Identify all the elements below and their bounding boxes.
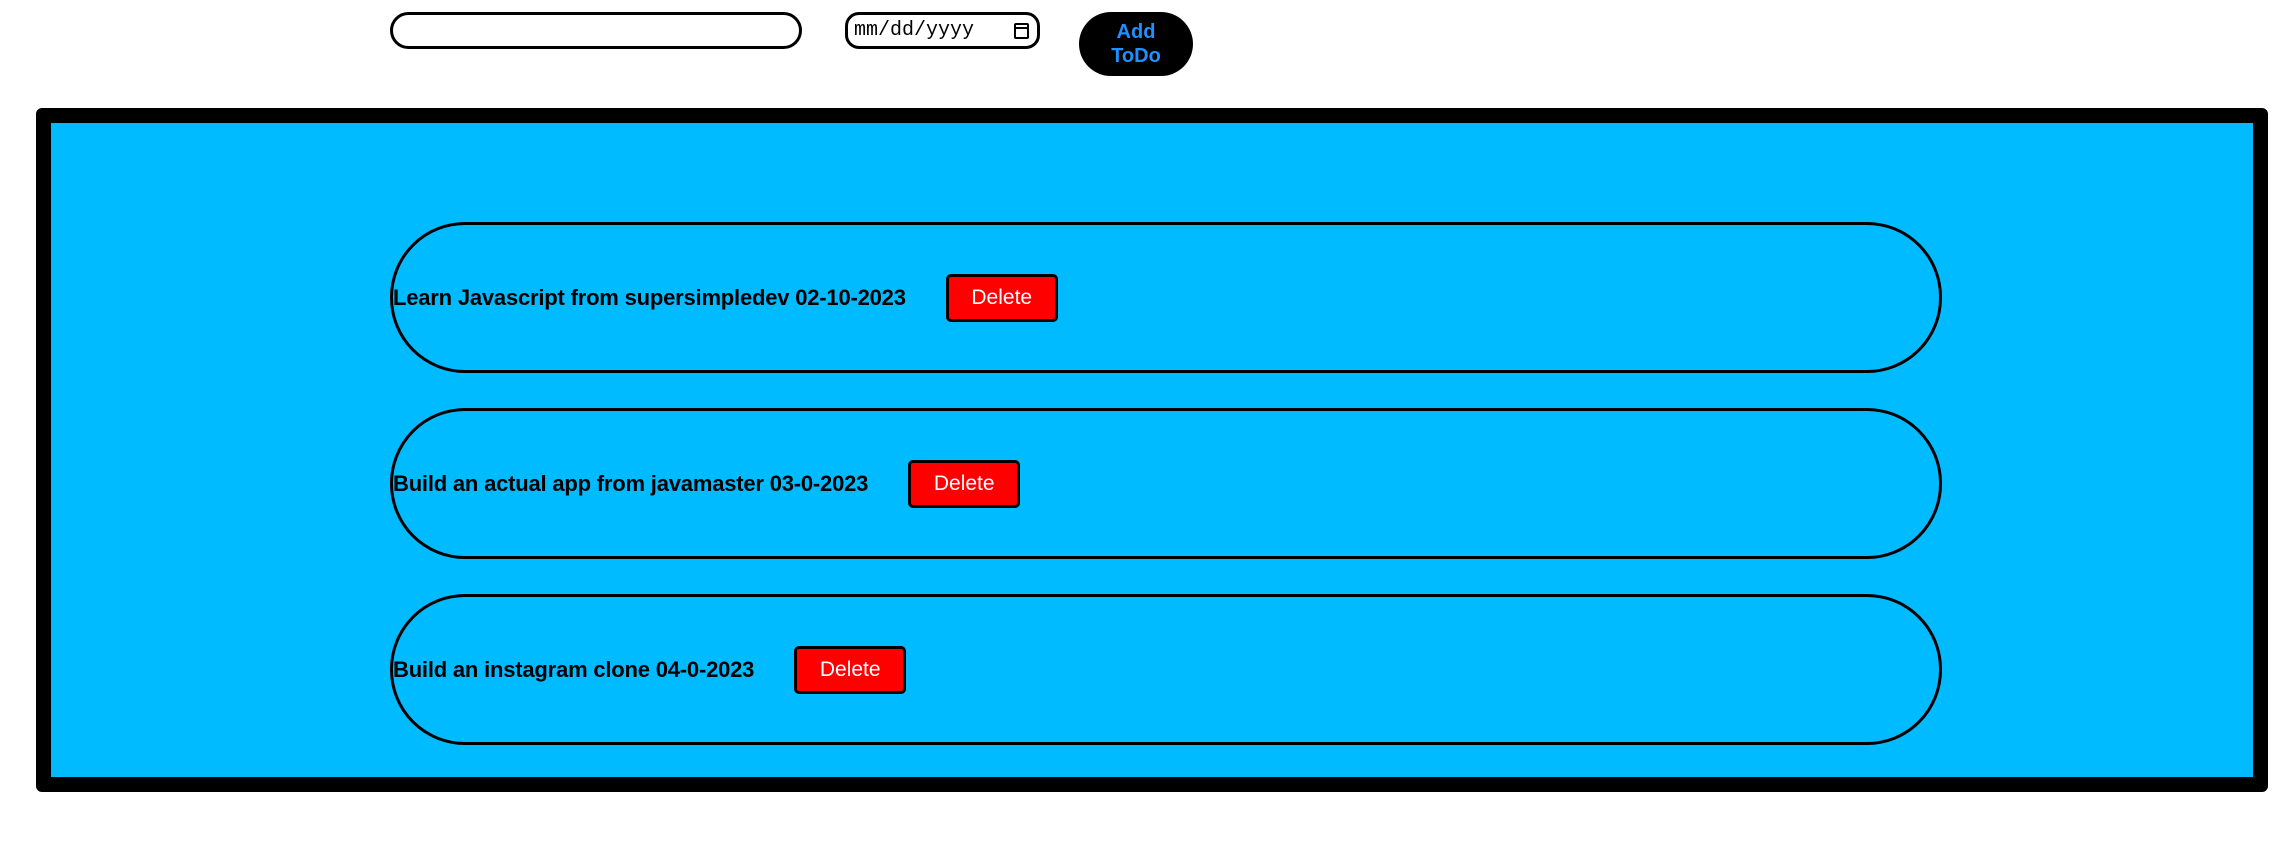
todo-text: Build an actual app from javamaster 03-0… — [393, 470, 869, 496]
calendar-icon[interactable] — [1014, 22, 1029, 39]
todo-item: Learn Javascript from supersimpledev 02-… — [390, 222, 1942, 373]
delete-button[interactable]: Delete — [908, 459, 1021, 508]
todo-name-input[interactable] — [390, 12, 802, 49]
todo-date-input[interactable]: mm/dd/yyyy — [845, 12, 1040, 49]
todo-list: Learn Javascript from supersimpledev 02-… — [36, 108, 2268, 792]
todo-item: Build an actual app from javamaster 03-0… — [390, 408, 1942, 559]
todo-item: Build an instagram clone 04-0-2023 Delet… — [390, 594, 1942, 745]
add-todo-button[interactable]: Add ToDo — [1079, 12, 1193, 76]
todo-form: mm/dd/yyyy Add ToDo — [0, 0, 2296, 100]
date-input-value: mm/dd/yyyy — [854, 19, 975, 42]
todo-text: Learn Javascript from supersimpledev 02-… — [393, 284, 906, 310]
delete-button[interactable]: Delete — [794, 645, 907, 694]
delete-button[interactable]: Delete — [945, 273, 1058, 322]
todo-text: Build an instagram clone 04-0-2023 — [393, 656, 755, 682]
